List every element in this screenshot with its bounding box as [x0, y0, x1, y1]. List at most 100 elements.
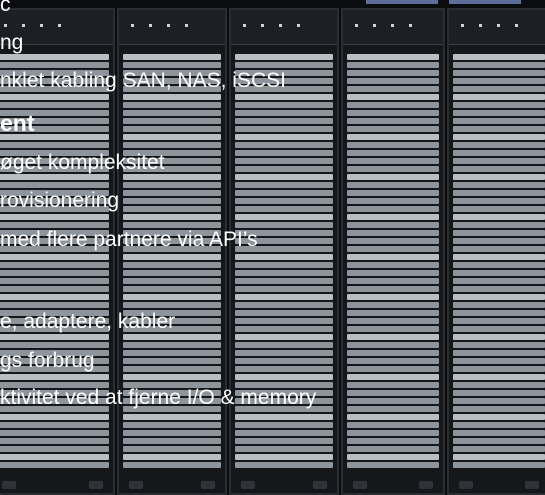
server-blade: [347, 398, 439, 404]
status-light: [461, 24, 464, 27]
server-blade: [0, 454, 109, 460]
server-blade: [347, 102, 439, 108]
server-blade: [347, 150, 439, 156]
server-blade: [347, 326, 439, 332]
server-blade: [347, 350, 439, 356]
status-light: [261, 24, 264, 27]
server-blade: [0, 254, 109, 260]
server-blade: [453, 254, 545, 260]
server-blade: [347, 438, 439, 444]
rack-foot: [353, 481, 367, 489]
server-blade: [0, 102, 109, 108]
text-line-2: ng: [0, 31, 24, 54]
server-blade: [453, 70, 545, 76]
server-blade: [123, 262, 221, 268]
server-blade: [347, 126, 439, 132]
server-blade: [453, 374, 545, 380]
server-blade: [235, 174, 333, 180]
server-blade: [123, 94, 221, 100]
server-blade: [453, 422, 545, 428]
rack-header: [231, 10, 337, 45]
server-blade: [123, 134, 221, 140]
server-blade: [453, 278, 545, 284]
server-blade: [235, 182, 333, 188]
server-blade: [123, 422, 221, 428]
server-blade: [347, 206, 439, 212]
server-blade: [453, 174, 545, 180]
rack-foot: [2, 481, 16, 489]
status-light: [58, 24, 61, 27]
server-blade: [347, 382, 439, 388]
server-blade: [235, 430, 333, 436]
server-blade: [453, 342, 545, 348]
server-blade: [123, 126, 221, 132]
text-line-8: e, adaptere, kabler: [0, 310, 176, 333]
server-blade: [453, 326, 545, 332]
server-blade: [235, 294, 333, 300]
server-blade: [235, 110, 333, 116]
server-blade: [453, 182, 545, 188]
server-blade: [453, 158, 545, 164]
status-light: [243, 24, 246, 27]
server-blade: [347, 86, 439, 92]
server-blade: [123, 334, 221, 340]
server-blade: [123, 182, 221, 188]
server-blade: [123, 110, 221, 116]
server-blade: [347, 302, 439, 308]
server-blade: [235, 254, 333, 260]
server-blade: [123, 270, 221, 276]
server-blade: [347, 182, 439, 188]
server-blade: [347, 158, 439, 164]
status-light: [515, 24, 518, 27]
server-blade: [347, 174, 439, 180]
server-blade: [123, 462, 221, 468]
server-blade: [347, 430, 439, 436]
status-light: [4, 24, 7, 27]
server-blade: [453, 406, 545, 412]
rack-top-bar: [449, 0, 521, 4]
status-light: [409, 24, 412, 27]
text-line-9: gs forbrug: [0, 349, 95, 372]
server-blade: [123, 142, 221, 148]
rack-foot: [201, 481, 215, 489]
server-blade: [235, 166, 333, 172]
server-blade: [0, 278, 109, 284]
server-blade: [123, 102, 221, 108]
server-blade: [0, 286, 109, 292]
rack-foot: [419, 481, 433, 489]
server-blade: [235, 350, 333, 356]
status-light: [22, 24, 25, 27]
server-blade: [347, 318, 439, 324]
server-blade: [0, 174, 109, 180]
status-light: [167, 24, 170, 27]
server-blade: [453, 222, 545, 228]
server-blade: [347, 406, 439, 412]
status-light: [391, 24, 394, 27]
server-blade: [347, 54, 439, 60]
rack-foot: [313, 481, 327, 489]
server-blade: [235, 366, 333, 372]
server-blade: [123, 414, 221, 420]
server-blade: [347, 446, 439, 452]
rack-foot: [129, 481, 143, 489]
server-blade: [0, 462, 109, 468]
server-blade: [235, 334, 333, 340]
server-blade: [453, 134, 545, 140]
server-blade: [235, 62, 333, 68]
server-blade: [0, 182, 109, 188]
server-blade: [453, 190, 545, 196]
server-blade: [123, 198, 221, 204]
server-blade: [453, 110, 545, 116]
server-blade: [123, 342, 221, 348]
server-blade: [0, 294, 109, 300]
server-blade: [347, 238, 439, 244]
server-blade: [453, 142, 545, 148]
server-blade: [453, 126, 545, 132]
server-blade: [347, 246, 439, 252]
server-blade: [123, 174, 221, 180]
server-blade: [0, 374, 109, 380]
text-line-3: nklet kabling SAN, NAS, iSCSI: [0, 69, 286, 92]
rack-foot: [459, 481, 473, 489]
server-blade: [347, 214, 439, 220]
server-blade: [347, 358, 439, 364]
